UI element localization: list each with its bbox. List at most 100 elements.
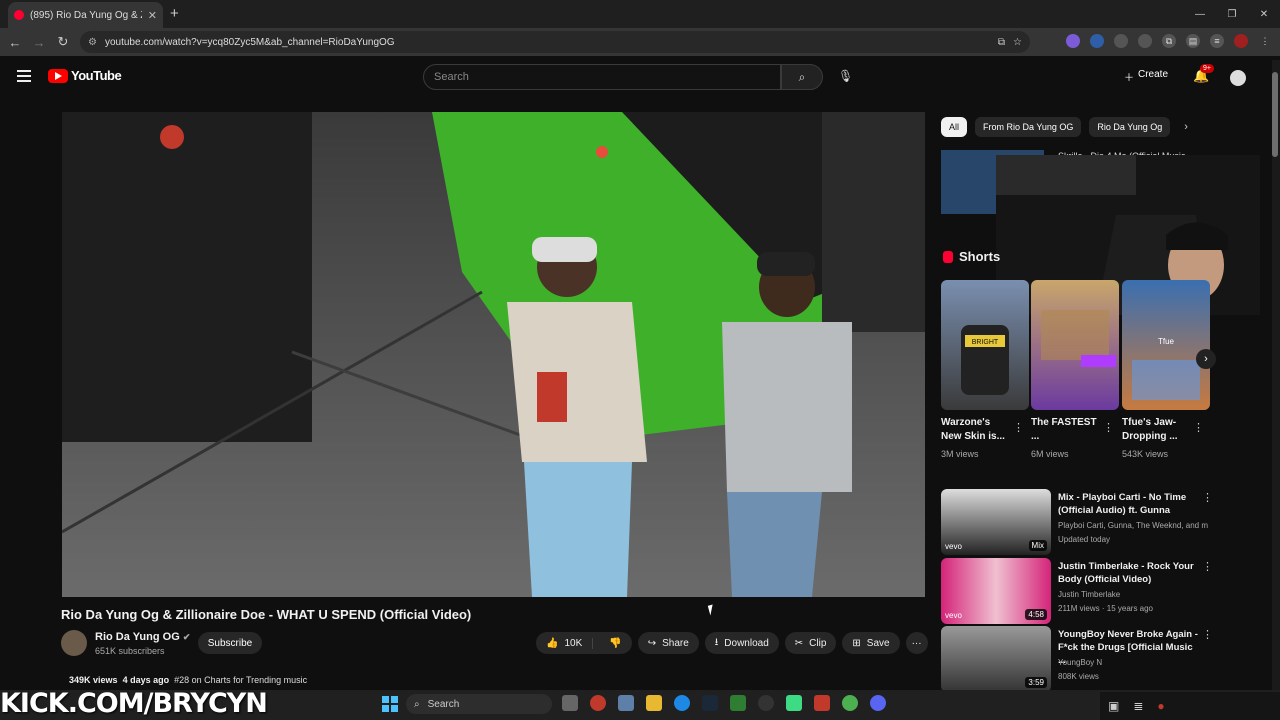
verified-icon: ✔ <box>182 632 191 642</box>
close-tab-icon[interactable]: ✕ <box>148 9 157 22</box>
extensions-puzzle-icon[interactable]: ⧉ <box>1162 34 1176 48</box>
reload-icon[interactable]: ↻ <box>51 34 75 50</box>
like-button[interactable]: 👍 10K <box>536 637 594 649</box>
list-item[interactable]: vevo 4:58 Justin Timberlake - Rock Your … <box>941 558 1271 624</box>
chart-rank-text: #28 on Charts for Trending music <box>174 675 308 685</box>
close-window-button[interactable]: ✕ <box>1248 0 1280 28</box>
dislike-button[interactable]: 👎 <box>599 638 631 649</box>
youtube-logo[interactable]: YouTube <box>48 68 122 83</box>
short-thumbnail[interactable] <box>1031 280 1119 410</box>
short-title[interactable]: Warzone's New Skin is... <box>941 416 1013 444</box>
site-info-icon[interactable]: ⚙ <box>88 37 97 48</box>
video-meta[interactable]: 349K views 4 days ago #28 on Charts for … <box>69 675 307 685</box>
extension-icon-2[interactable] <box>1090 34 1104 48</box>
back-icon[interactable]: ← <box>3 35 27 50</box>
channel-name[interactable]: Rio Da Yung OG ✔ <box>95 631 190 643</box>
install-icon[interactable]: ⧉ <box>998 37 1005 48</box>
tray-avatar-icon[interactable]: ● <box>1157 699 1164 713</box>
profile-icon[interactable] <box>1234 34 1248 48</box>
rec-menu-icon[interactable]: ⋮ <box>1202 491 1213 504</box>
taskbar-search[interactable]: ⌕ Search <box>406 694 552 714</box>
video-thumbnail: vevo 4:58 <box>941 558 1051 624</box>
file-explorer-icon[interactable] <box>646 695 662 711</box>
tray-icon[interactable]: ▣ <box>1108 699 1119 713</box>
chip-all[interactable]: All <box>941 117 968 137</box>
search-button[interactable]: ⌕ <box>781 64 823 90</box>
channel-avatar[interactable] <box>61 630 87 656</box>
rec-menu-icon[interactable]: ⋮ <box>1202 560 1213 573</box>
chrome-icon[interactable] <box>842 695 858 711</box>
share-icon: ↪ <box>647 637 657 649</box>
short-menu-icon[interactable]: ⋮ <box>1103 421 1114 434</box>
clip-button[interactable]: ✂ Clip <box>784 632 837 654</box>
window-controls: — ❐ ✕ <box>1184 0 1280 28</box>
app-icon[interactable] <box>814 695 830 711</box>
action-bar: 👍 10K 👎 ↪ Share ⭳ Download ✂ Clip ⊞ Save… <box>536 632 928 654</box>
save-playlist-icon: ⊞ <box>852 637 861 649</box>
more-actions-button[interactable]: ··· <box>905 632 928 654</box>
app-icon[interactable] <box>590 695 606 711</box>
plus-icon: ＋ <box>1124 73 1134 84</box>
mix-badge: Mix <box>1028 540 1047 551</box>
list-item[interactable]: 3:59 YoungBoy Never Broke Again - F*ck t… <box>941 626 1271 692</box>
account-avatar[interactable] <box>1230 70 1246 86</box>
short-title[interactable]: The FASTEST ... <box>1031 416 1103 444</box>
extension-icon-1[interactable] <box>1066 34 1080 48</box>
app-icon[interactable] <box>758 695 774 711</box>
share-button[interactable]: ↪ Share <box>637 632 699 654</box>
download-button[interactable]: ⭳ Download <box>704 632 779 654</box>
browser-menu-icon[interactable]: ⋮ <box>1258 34 1272 48</box>
extension-icon-4[interactable] <box>1138 34 1152 48</box>
thumbs-up-icon: 👍 <box>546 637 559 649</box>
rec-menu-icon[interactable]: ⋮ <box>1202 628 1213 641</box>
short-menu-icon[interactable]: ⋮ <box>1013 421 1024 434</box>
thumbs-down-icon: 👎 <box>609 637 622 649</box>
chevron-right-icon[interactable]: › <box>1184 121 1188 133</box>
menu-icon[interactable] <box>17 70 31 82</box>
youtube-play-icon <box>48 68 68 83</box>
sidepanel-icon[interactable]: ▤ <box>1186 34 1200 48</box>
maximize-button[interactable]: ❐ <box>1216 0 1248 28</box>
app-icon[interactable] <box>786 695 802 711</box>
create-button[interactable]: ＋ Create <box>1124 69 1168 84</box>
app-icon[interactable] <box>730 695 746 711</box>
url-field[interactable]: ⚙ youtube.com/watch?v=ycq80Zyc5M&ab_chan… <box>80 31 1030 53</box>
steam-icon[interactable] <box>702 695 718 711</box>
short-thumbnail[interactable]: BRIGHT <box>941 280 1029 410</box>
url-text: youtube.com/watch?v=ycq80Zyc5M&ab_channe… <box>104 36 395 48</box>
shorts-next-button[interactable]: › <box>1196 349 1216 369</box>
subscribe-button[interactable]: Subscribe <box>198 632 262 654</box>
edge-icon[interactable] <box>674 695 690 711</box>
task-view-icon[interactable] <box>562 695 578 711</box>
video-player[interactable] <box>62 112 925 597</box>
settings-icon[interactable] <box>618 695 634 711</box>
like-count: 10K <box>564 637 583 649</box>
short-views: 6M views <box>1031 449 1069 459</box>
search-input[interactable]: Search <box>423 64 781 90</box>
search-icon: ⌕ <box>798 69 806 84</box>
bookmark-star-icon[interactable]: ☆ <box>1013 37 1022 48</box>
short-thumbnail[interactable]: Tfue <box>1122 280 1210 410</box>
minimize-button[interactable]: — <box>1184 0 1216 28</box>
microphone-icon[interactable]: 🎙 <box>838 69 853 83</box>
chevron-right-icon: › <box>1204 353 1208 365</box>
browser-tab[interactable]: (895) Rio Da Yung Og & Zilli ✕ <box>8 2 163 28</box>
discord-icon[interactable] <box>870 695 886 711</box>
list-item[interactable]: vevo Mix Mix - Playboi Carti - No Time (… <box>941 489 1271 555</box>
short-menu-icon[interactable]: ⋮ <box>1193 421 1204 434</box>
save-button[interactable]: ⊞ Save <box>842 632 900 654</box>
windows-start-icon[interactable] <box>382 696 398 712</box>
video-frame <box>62 112 925 597</box>
chip-channel[interactable]: Rio Da Yung Og <box>1089 117 1171 137</box>
chip-from-channel[interactable]: From Rio Da Yung OG <box>975 117 1082 137</box>
short-title[interactable]: Tfue's Jaw-Dropping ... <box>1122 416 1194 444</box>
tray-icon[interactable]: ≣ <box>1133 699 1143 713</box>
short-thumb-text: Tfue <box>1158 337 1175 346</box>
forward-icon[interactable]: → <box>27 35 51 50</box>
reading-list-icon[interactable]: ≡ <box>1210 34 1224 48</box>
new-tab-button[interactable]: + <box>170 5 179 22</box>
upload-age: 4 days ago <box>122 675 170 685</box>
extension-icon-3[interactable] <box>1114 34 1128 48</box>
scrollbar-thumb[interactable] <box>1272 72 1278 157</box>
save-label: Save <box>866 637 890 649</box>
